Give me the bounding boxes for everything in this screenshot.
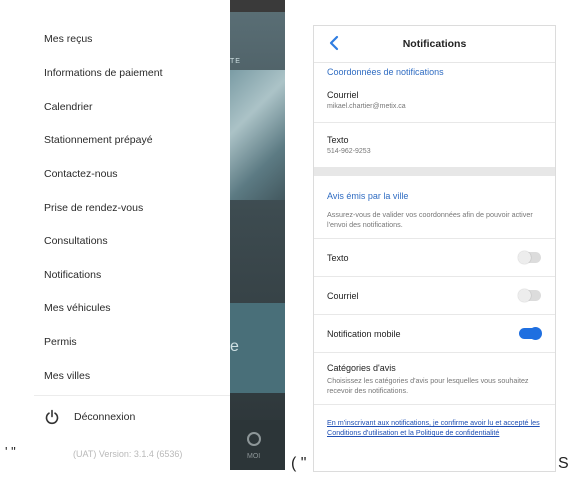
contact-section: Coordonnées de notifications [314, 63, 555, 77]
left-screenshot: Mes reçus Informations de paiement Calen… [34, 0, 285, 470]
logout-button[interactable]: Déconnexion [44, 409, 135, 425]
toggle-row-courriel: Courriel [314, 277, 555, 315]
toggle-knob [518, 289, 531, 302]
toggle-label-notification-mobile: Notification mobile [327, 329, 401, 339]
city-description: Assurez-vous de valider vos coordonnées … [327, 210, 533, 229]
texto-toggle[interactable] [518, 251, 541, 264]
partial-banner-letter: e [230, 338, 239, 355]
text-fragment-quote: ' " [5, 444, 16, 459]
menu-item-calendrier[interactable]: Calendrier [44, 101, 92, 113]
toggle-knob [518, 251, 531, 264]
toggle-knob [529, 327, 542, 340]
notifications-screen: Notifications Coordonnées de notificatio… [313, 25, 556, 472]
power-icon [45, 409, 59, 425]
logout-label: Déconnexion [74, 411, 136, 423]
toggle-label-texto: Texto [327, 253, 349, 263]
screen-header: Notifications [314, 26, 555, 63]
page-title: Notifications [402, 38, 467, 50]
sms-field[interactable]: Texto 514-962-9253 [314, 123, 555, 167]
terms-link[interactable]: En m'inscrivant aux notifications, je co… [327, 418, 542, 438]
email-field[interactable]: Courriel mikael.chartier@metix.ca [314, 77, 555, 122]
menu-item-contactez-nous[interactable]: Contactez-nous [44, 168, 118, 180]
toggle-row-notification-mobile: Notification mobile [314, 315, 555, 353]
partial-banner-text: TE [230, 58, 241, 65]
categories-description: Choisissez les catégories d'avis pour le… [327, 376, 529, 395]
separator [314, 230, 555, 239]
user-icon[interactable] [247, 432, 261, 446]
status-strip [230, 0, 285, 12]
menu-item-informations-paiement[interactable]: Informations de paiement [44, 67, 162, 79]
toggle-row-texto: Texto [314, 239, 555, 277]
version-text: (UAT) Version: 3.1.4 (6536) [73, 449, 183, 459]
menu-item-permis[interactable]: Permis [44, 336, 77, 348]
text-fragment-s: S [558, 455, 569, 472]
menu-divider [34, 395, 230, 396]
tab-moi-label[interactable]: MOI [247, 453, 260, 460]
menu-item-stationnement-prepaye[interactable]: Stationnement prépayé [44, 134, 153, 146]
email-label: Courriel [327, 90, 359, 100]
categories-row[interactable]: Catégories d'avis Choisissez les catégor… [314, 353, 555, 405]
menu-item-mes-recus[interactable]: Mes reçus [44, 33, 92, 45]
sms-label: Texto [327, 135, 349, 145]
notification-mobile-toggle[interactable] [519, 327, 542, 340]
toggle-label-courriel: Courriel [327, 291, 359, 301]
section-gap [314, 167, 555, 176]
terms-section: En m'inscrivant aux notifications, je co… [314, 405, 555, 438]
side-menu: Mes reçus Informations de paiement Calen… [34, 0, 230, 470]
text-fragment-paren: ( " [291, 455, 307, 472]
section-heading-coordonnees: Coordonnées de notifications [327, 67, 444, 77]
sms-value: 514-962-9253 [327, 148, 371, 155]
dimmed-app-background[interactable]: TE e MOI [230, 0, 285, 470]
email-value: mikael.chartier@metix.ca [327, 103, 406, 110]
menu-item-mes-vehicules[interactable]: Mes véhicules [44, 302, 111, 314]
background-image [230, 70, 285, 200]
courriel-toggle[interactable] [518, 289, 541, 302]
menu-item-notifications[interactable]: Notifications [44, 269, 101, 281]
city-section: Avis émis par la ville Assurez-vous de v… [314, 176, 555, 230]
menu-item-consultations[interactable]: Consultations [44, 235, 108, 247]
categories-title: Catégories d'avis [327, 363, 396, 373]
menu-item-mes-villes[interactable]: Mes villes [44, 370, 90, 382]
section-heading-avis-ville: Avis émis par la ville [327, 191, 409, 201]
menu-item-prise-rendez-vous[interactable]: Prise de rendez-vous [44, 202, 143, 214]
